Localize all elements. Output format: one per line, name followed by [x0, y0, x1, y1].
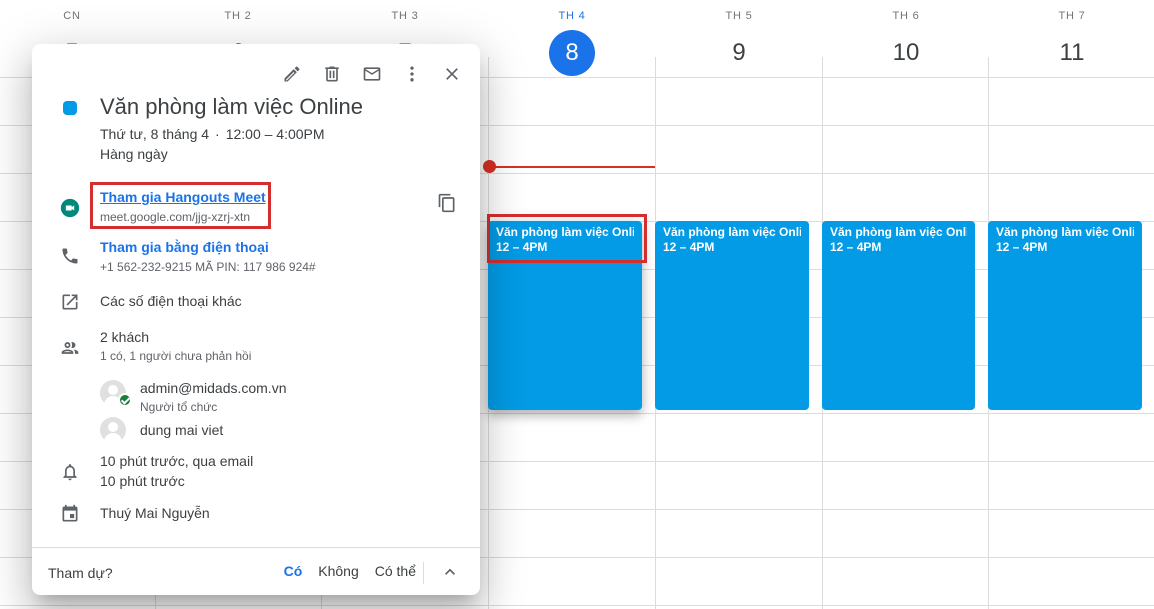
event-block-fri[interactable]: Văn phòng làm việc Online 12 – 4PM [822, 221, 975, 410]
people-icon [58, 336, 82, 360]
day-number[interactable]: 9 [716, 30, 762, 76]
guest-name: dung mai viet [140, 422, 224, 438]
bell-icon [58, 460, 82, 484]
avatar [100, 417, 126, 443]
join-by-phone-link[interactable]: Tham gia bằng điện thoại [100, 239, 269, 255]
event-title-heading: Văn phòng làm việc Online [100, 94, 363, 119]
reminder-popup: 10 phút trước [100, 473, 185, 489]
edit-button[interactable] [274, 56, 310, 92]
current-time-line [489, 166, 655, 168]
more-vert-icon [410, 66, 414, 82]
day-name: TH 2 [224, 10, 252, 22]
calendar-week-view: CN 5 TH 2 6 TH 3 7 TH 4 8 TH 5 9 TH 6 10… [0, 0, 1154, 609]
guest-role: Người tổ chức [140, 400, 218, 414]
rsvp-yes-button[interactable]: Có [276, 555, 311, 587]
datetime-separator: · [215, 126, 220, 142]
accepted-check-icon [118, 393, 132, 407]
copy-icon [438, 193, 455, 213]
guest-name: admin@midads.com.vn [140, 380, 287, 396]
more-options-button[interactable] [394, 56, 430, 92]
event-recurrence: Hàng ngày [100, 146, 168, 162]
day-header-wed-today[interactable]: TH 4 8 [489, 0, 655, 76]
day-number[interactable]: 11 [1049, 30, 1095, 76]
day-header-sat[interactable]: TH 7 11 [989, 0, 1154, 76]
video-call-icon [58, 196, 82, 220]
delete-button[interactable] [314, 56, 350, 92]
event-details-popup: Văn phòng làm việc Online Thứ tư, 8 thán… [32, 44, 480, 595]
phone-dial-in-detail: +1 562-232-9215 MÃ PIN: 117 986 924# [100, 260, 316, 274]
day-number[interactable]: 8 [549, 30, 595, 76]
rsvp-maybe-button[interactable]: Có thể [367, 555, 424, 587]
rsvp-footer: Tham dự? Có Không Có thể [32, 547, 480, 595]
event-title: Văn phòng làm việc Online [496, 225, 634, 239]
copy-link-button[interactable] [433, 189, 461, 217]
day-name: TH 5 [725, 10, 753, 22]
event-time: 12 – 4PM [496, 240, 548, 254]
event-color-square [63, 101, 77, 115]
event-title: Văn phòng làm việc Online [830, 225, 967, 239]
current-time-dot [483, 160, 496, 173]
rsvp-no-button[interactable]: Không [310, 555, 366, 587]
trash-icon [325, 66, 339, 82]
event-time: 12 – 4PM [663, 240, 715, 254]
event-title: Văn phòng làm việc Online [996, 225, 1134, 239]
reminder-email: 10 phút trước, qua email [100, 453, 254, 469]
guests-count: 2 khách [100, 329, 150, 345]
footer-divider [423, 562, 424, 584]
day-name: TH 4 [558, 10, 586, 22]
close-icon [446, 68, 458, 80]
event-datetime: Thứ tư, 8 tháng 4 · 12:00 – 4:00PM [100, 126, 325, 142]
rsvp-options: Có Không Có thể [276, 555, 424, 587]
day-name: TH 7 [1058, 10, 1086, 22]
more-phone-numbers-link[interactable]: Các số điện thoại khác [100, 293, 242, 309]
event-time-range: 12:00 – 4:00PM [225, 126, 325, 142]
join-meet-link[interactable]: Tham gia Hangouts Meet [100, 189, 266, 205]
day-name: TH 6 [892, 10, 920, 22]
open-in-new-icon [58, 290, 82, 314]
chevron-up-icon [445, 568, 455, 575]
event-block-thu[interactable]: Văn phòng làm việc Online 12 – 4PM [655, 221, 809, 410]
event-block-wed[interactable]: Văn phòng làm việc Online 12 – 4PM [488, 221, 642, 410]
phone-icon [58, 244, 82, 268]
day-name: CN [63, 10, 81, 22]
day-header-thu[interactable]: TH 5 9 [656, 0, 822, 76]
event-title: Văn phòng làm việc Online [663, 225, 801, 239]
day-number[interactable]: 10 [883, 30, 929, 76]
rsvp-question: Tham dự? [48, 565, 113, 581]
meet-url: meet.google.com/jjg-xzrj-xtn [100, 210, 251, 224]
calendar-owner-name: Thuý Mai Nguyễn [100, 505, 210, 521]
email-guests-button[interactable] [354, 56, 390, 92]
popup-toolbar [274, 56, 470, 92]
event-block-sat[interactable]: Văn phòng làm việc Online 12 – 4PM [988, 221, 1142, 410]
close-button[interactable] [434, 56, 470, 92]
pencil-icon [284, 66, 300, 82]
event-time: 12 – 4PM [996, 240, 1048, 254]
mail-icon [363, 67, 381, 81]
calendar-icon [58, 502, 82, 526]
expand-less-button[interactable] [436, 558, 464, 586]
event-time: 12 – 4PM [830, 240, 882, 254]
guests-response-status: 1 có, 1 người chưa phản hồi [100, 349, 252, 363]
event-date: Thứ tư, 8 tháng 4 [100, 126, 210, 142]
day-name: TH 3 [391, 10, 419, 22]
day-header-fri[interactable]: TH 6 10 [823, 0, 989, 76]
